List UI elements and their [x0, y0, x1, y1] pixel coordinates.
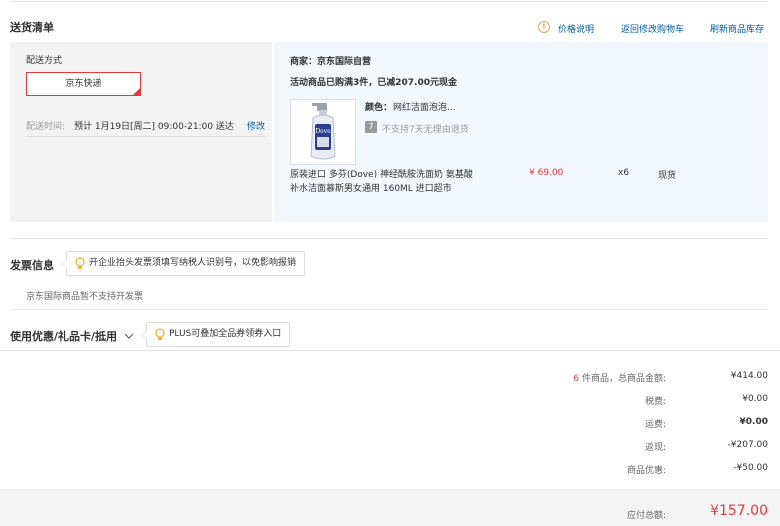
tax-label: 税费: — [644, 397, 666, 407]
svg-text:Dove: Dove — [315, 128, 331, 135]
price-note-link[interactable]: 价格说明 — [558, 22, 594, 35]
ship-method-label: 配送方式 — [26, 56, 63, 66]
ship-method-option-jd-express[interactable]: 京东快递 — [26, 72, 141, 96]
ship-method-value: 京东快递 — [65, 79, 102, 89]
freight-value: ¥0.00 — [739, 417, 768, 427]
product-name-line2[interactable]: 补水洁面慕斯男女通用 160ML 进口超市 — [290, 181, 452, 194]
no-7day-return-icon: 7 — [365, 121, 377, 133]
coupon-tip-text: PLUS可叠加全品券领券入口 — [169, 329, 282, 339]
product-name-line1[interactable]: 原装进口 多芬(Dove) 神经酰胺洗面奶 氨基酸 — [290, 167, 473, 180]
coupon-section-title: 使用优惠/礼品卡/抵用 — [10, 330, 118, 343]
invoice-tip: 开企业抬头发票须填写纳税人识别号，以免影响报销 — [61, 251, 306, 276]
goods-total-label: 件商品，总商品金额: — [579, 374, 666, 384]
delivery-divider — [10, 238, 768, 239]
stock-status: 现货 — [658, 171, 677, 181]
discount-value: -¥50.00 — [733, 463, 768, 473]
product-thumbnail[interactable]: Dove — [290, 99, 356, 165]
discount-label: 商品优惠: — [626, 466, 666, 476]
back-to-cart-link[interactable]: 返回修改购物车 — [621, 22, 684, 35]
delivery-section-title: 送货清单 — [10, 21, 54, 34]
ship-time-underline — [26, 136, 266, 137]
ship-time-value: 预计 1月19日[周二] 09:00-21:00 送达 — [74, 122, 234, 132]
color-value: 网红洁面泡泡... — [393, 103, 456, 113]
summary-rebate-row: 返现: -¥207.00 — [408, 440, 768, 454]
modify-ship-time-link[interactable]: 修改 — [247, 119, 265, 132]
goods-total-value: ¥414.00 — [730, 371, 768, 381]
top-divider — [10, 1, 768, 2]
lightbulb-icon — [75, 257, 85, 269]
seller-name: 商家：京东国际自营 — [290, 57, 372, 67]
invoice-note: 京东国际商品暂不支持开发票 — [26, 292, 144, 302]
selected-corner-icon — [132, 87, 141, 96]
promo-text: 活动商品已购满3件，已减207.00元现金 — [290, 78, 457, 88]
coupon-tip[interactable]: PLUS可叠加全品券领券入口 — [141, 322, 291, 347]
payable-label: 应付总额: — [626, 511, 666, 521]
invoice-section-title: 发票信息 — [10, 259, 54, 272]
dove-bottle-image: Dove — [291, 100, 355, 164]
product-price: ¥ 69.00 — [529, 168, 564, 178]
rebate-label: 返现: — [644, 443, 666, 453]
lightbulb-icon — [155, 328, 165, 340]
exclamation-icon: ! — [538, 21, 550, 33]
goods-panel: 商家：京东国际自营 活动商品已购满3件，已减207.00元现金 Dove 颜色：… — [274, 42, 768, 222]
tax-value: ¥0.00 — [742, 394, 768, 404]
rebate-value: -¥207.00 — [727, 440, 768, 450]
invoice-divider — [10, 309, 768, 310]
color-label: 颜色： — [365, 103, 393, 113]
summary-tax-row: 税费: ¥0.00 — [408, 394, 768, 408]
coupon-divider — [0, 350, 780, 351]
shipping-panel: 配送方式 京东快递 配送时间: 预计 1月19日[周二] 09:00-21:00… — [10, 42, 272, 222]
payable-total-bar: 应付总额: ¥157.00 — [0, 489, 780, 526]
payable-value: ¥157.00 — [710, 503, 768, 519]
invoice-tip-text: 开企业抬头发票须填写纳税人识别号，以免影响报销 — [89, 258, 297, 268]
summary-freight-row: 运费: ¥0.00 — [408, 417, 768, 431]
summary-discount-row: 商品优惠: -¥50.00 — [408, 463, 768, 477]
coupon-section-toggle[interactable]: 使用优惠/礼品卡/抵用 — [10, 328, 134, 344]
summary-goods-total-row: 6 件商品，总商品金额: ¥414.00 — [408, 371, 768, 385]
refresh-stock-link[interactable]: 刷新商品库存 — [710, 22, 764, 35]
ship-time-label: 配送时间: — [26, 122, 66, 132]
return-policy-note: 不支持7天无理由退货 — [382, 125, 469, 135]
product-quantity: x6 — [618, 168, 630, 178]
freight-label: 运费: — [644, 420, 666, 430]
chevron-down-icon — [124, 333, 134, 339]
